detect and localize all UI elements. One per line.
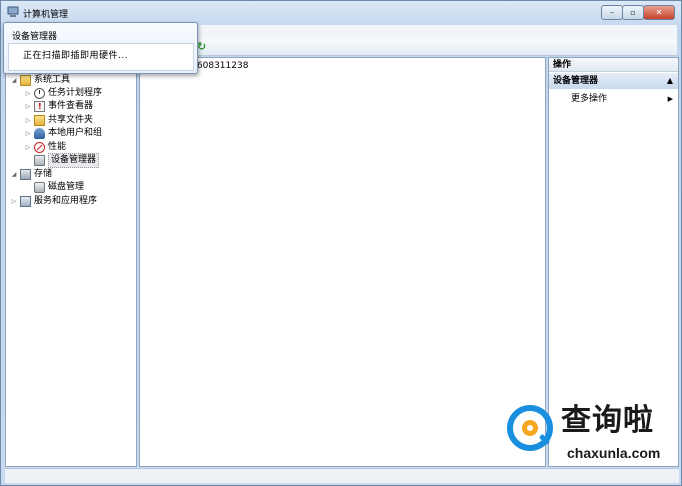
tree-item-label: 存储 — [34, 169, 53, 179]
window-title: 计算机管理 — [23, 10, 69, 20]
maximize-button[interactable]: ▫ — [622, 5, 644, 20]
tree-item-local-users-groups[interactable]: ▷ 本地用户和组 — [24, 127, 102, 140]
actions-section-device-manager[interactable]: 设备管理器 ▲ — [549, 73, 678, 89]
performance-icon — [34, 142, 45, 153]
tree-item-label: 本地用户和组 — [48, 128, 103, 138]
tree-item-task-scheduler[interactable]: ▷ 任务计划程序 — [24, 87, 102, 100]
expand-triangle-icon[interactable]: ▷ — [24, 100, 32, 113]
folder-icon — [20, 75, 31, 86]
minimize-button[interactable]: – — [601, 5, 623, 20]
tree-item-event-viewer[interactable]: ▷ 事件查看器 — [24, 100, 93, 113]
navigation-tree-pane[interactable]: ◢ 系统工具 ▷ 任务计划程序 ▷ 事件查看器 ▷ 共享文件夹 ▷ 本地用户和组… — [5, 57, 137, 467]
status-bar — [5, 468, 679, 483]
event-icon — [34, 100, 45, 113]
computer-management-window: 计算机管理 – ▫ ✕ ↻ ◢ 系统工具 ▷ 任务计划程序 ▷ 事件查看器 ▷ — [0, 0, 682, 486]
actions-section-label: 设备管理器 — [553, 76, 599, 86]
logo-inner-ring — [522, 420, 538, 436]
collapse-triangle-icon[interactable]: ◢ — [10, 74, 18, 87]
tree-item-label: 设备管理器 — [48, 153, 100, 168]
more-actions-item[interactable]: 更多操作 ▶ — [571, 93, 678, 106]
tree-item-disk-management[interactable]: 磁盘管理 — [24, 181, 84, 194]
tree-item-services-applications[interactable]: ▷ 服务和应用程序 — [10, 195, 97, 208]
close-button[interactable]: ✕ — [643, 5, 675, 20]
popup-status-box: 正在扫描即插即用硬件... — [8, 43, 194, 71]
scan-hardware-popup: 设备管理器 正在扫描即插即用硬件... — [3, 22, 198, 74]
tree-item-label: 任务计划程序 — [48, 88, 103, 98]
tree-item-label: 系统工具 — [34, 75, 71, 85]
disk-icon — [34, 182, 45, 193]
tree-item-label: 服务和应用程序 — [34, 196, 98, 206]
expand-triangle-icon[interactable]: ▷ — [24, 127, 32, 140]
tree-item-label: 共享文件夹 — [48, 115, 94, 125]
expand-triangle-icon[interactable]: ▷ — [24, 141, 32, 154]
watermark: 查询啦 chaxunla.com — [505, 403, 677, 465]
tree-item-label: 磁盘管理 — [48, 182, 85, 192]
watermark-domain: chaxunla.com — [567, 445, 661, 461]
expand-triangle-icon[interactable]: ▷ — [24, 87, 32, 100]
refresh-icon[interactable]: ↻ — [197, 41, 209, 53]
tree-item-system-tools[interactable]: ◢ 系统工具 — [10, 74, 70, 87]
popup-title: 设备管理器 — [12, 32, 58, 42]
more-actions-label: 更多操作 — [571, 94, 608, 104]
storage-icon — [20, 169, 31, 180]
expand-triangle-icon[interactable]: ▷ — [24, 114, 32, 127]
device-tree-pane[interactable]: ▷ PC201608311238 — [139, 57, 546, 467]
services-icon — [20, 196, 31, 207]
clock-icon — [34, 88, 45, 99]
collapse-arrow-icon[interactable]: ▲ — [667, 73, 673, 89]
computer-management-icon — [7, 6, 19, 17]
popup-status-text: 正在扫描即插即用硬件... — [23, 51, 129, 61]
tree-item-storage[interactable]: ◢ 存储 — [10, 168, 52, 181]
tree-item-device-manager[interactable]: 设备管理器 — [24, 153, 100, 168]
window-controls: – ▫ ✕ — [601, 5, 675, 20]
tree-item-label: 事件查看器 — [48, 101, 94, 111]
share-icon — [34, 115, 45, 126]
users-icon — [34, 128, 45, 139]
tree-item-shared-folders[interactable]: ▷ 共享文件夹 — [24, 114, 93, 127]
collapse-triangle-icon[interactable]: ◢ — [10, 168, 18, 181]
actions-header: 操作 — [549, 58, 678, 72]
device-manager-icon — [34, 155, 45, 166]
expand-triangle-icon[interactable]: ▷ — [10, 195, 18, 208]
watermark-title: 查询啦 — [561, 403, 654, 438]
submenu-arrow-icon: ▶ — [667, 95, 673, 103]
